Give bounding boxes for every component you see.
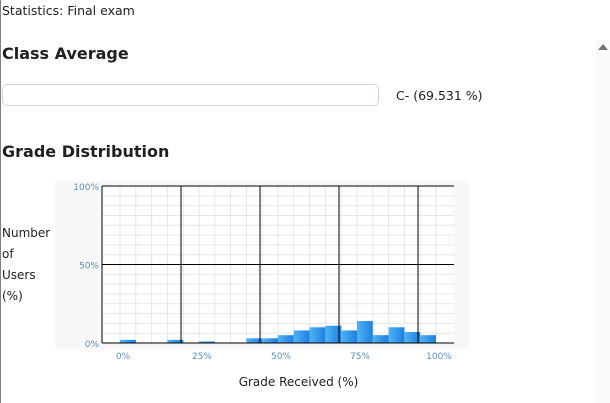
x-tick-label: 50% <box>271 352 291 362</box>
histogram-bar <box>278 335 294 343</box>
x-axis-title: Grade Received (%) <box>0 375 597 389</box>
x-tick-label: 100% <box>426 352 452 362</box>
x-tick-label: 75% <box>350 352 370 362</box>
y-tick-label: 100% <box>73 183 99 193</box>
histogram-bar <box>293 330 310 343</box>
grade-distribution-chart: 100% 50% 0% 0% 25% 50% 75% 100% <box>55 181 469 362</box>
y-tick-label: 0% <box>85 340 100 350</box>
histogram-bar <box>372 335 389 343</box>
y-tick-label: 50% <box>79 262 99 272</box>
x-tick-label: 25% <box>192 352 212 362</box>
histogram-bar <box>262 338 278 343</box>
histogram-bar <box>420 335 436 343</box>
histogram-bar <box>341 330 357 343</box>
x-axis-title-text: Grade Received (%) <box>238 375 359 389</box>
x-tick-label: 0% <box>116 352 131 362</box>
histogram-bar <box>388 327 405 343</box>
histogram-bar <box>357 321 373 343</box>
histogram-bar <box>309 327 326 343</box>
